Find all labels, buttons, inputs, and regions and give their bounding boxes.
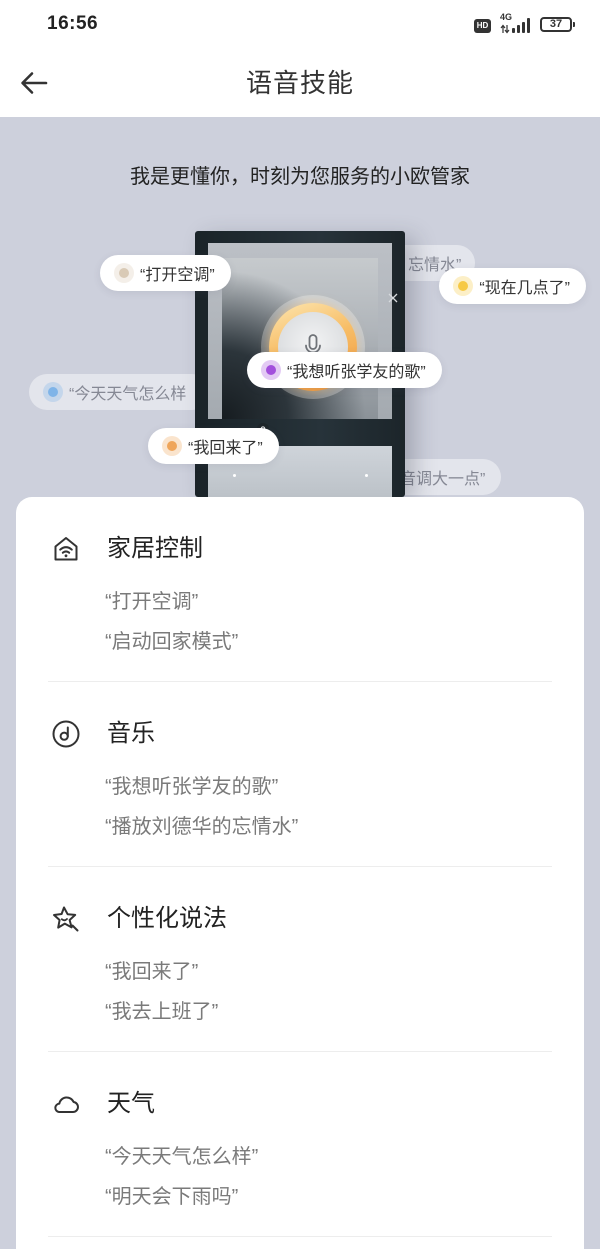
status-time: 16:56 <box>47 13 99 34</box>
skill-section-home-control: 家居控制 “打开空调” “启动回家模式” <box>48 497 552 682</box>
skill-example: “启动回家模式” <box>105 631 239 653</box>
chip-dot <box>261 360 281 380</box>
cloud-icon <box>54 1096 79 1113</box>
chip-text: “打开空调” <box>140 267 215 284</box>
chip-dot <box>162 436 182 456</box>
skill-example: “我回来了” <box>105 961 199 983</box>
skill-example: “明天会下雨吗” <box>105 1186 239 1208</box>
chip-dot <box>453 276 474 296</box>
skill-title: 天气 <box>107 1090 155 1117</box>
chip-dot <box>114 263 134 283</box>
chip-text: “今天天气怎么样 <box>69 386 187 403</box>
top-bar: 16:56 HD 4G 37 语音技能 <box>0 0 600 117</box>
skill-title: 音乐 <box>107 720 155 747</box>
voice-suggestion-chip-faded: “今天天气怎么样 <box>29 374 211 410</box>
chip-text: 音调大一点” <box>400 471 486 488</box>
skills-card: 家居控制 “打开空调” “启动回家模式” 音乐 “我想听张学友的歌” “播放刘德… <box>16 497 584 1249</box>
skill-example: “播放刘德华的忘情水” <box>105 816 299 838</box>
chip-dot <box>43 382 63 402</box>
hero-tagline: 我是更懂你，时刻为您服务的小欧管家 <box>130 166 470 188</box>
voice-suggestion-chip: “我想听张学友的歌” <box>247 352 442 388</box>
close-icon <box>388 293 398 303</box>
voice-suggestion-chip: “打开空调” <box>100 255 231 291</box>
skill-example: “今天天气怎么样” <box>105 1146 259 1168</box>
voice-suggestion-chip: “我回来了” <box>148 428 279 464</box>
indicator-dot <box>233 474 236 477</box>
device-screen <box>208 243 398 435</box>
skill-example: “我去上班了” <box>105 1001 219 1023</box>
signal-strength-icon <box>512 17 534 33</box>
music-disc-icon <box>52 720 80 748</box>
signal-bar <box>517 25 520 33</box>
signal-bar <box>522 22 525 33</box>
skill-section-weather: 天气 “今天天气怎么样” “明天会下雨吗” <box>48 1052 552 1237</box>
battery-level: 37 <box>549 18 563 30</box>
personalized-star-icon <box>53 906 79 932</box>
skill-section-music: 音乐 “我想听张学友的歌” “播放刘德华的忘情水” <box>48 682 552 867</box>
skill-title: 家居控制 <box>107 535 203 562</box>
skill-section-personalized: 个性化说法 “我回来了” “我去上班了” <box>48 867 552 1052</box>
battery-icon: 37 <box>540 17 575 32</box>
chip-text: “我想听张学友的歌” <box>287 364 426 381</box>
voice-suggestion-chip: “现在几点了” <box>439 268 586 304</box>
data-transfer-icon <box>500 24 510 34</box>
skill-example: “打开空调” <box>105 591 199 613</box>
chip-text: “现在几点了” <box>479 280 570 297</box>
signal-bar <box>527 18 530 33</box>
indicator-dot <box>365 474 368 477</box>
signal-bar <box>512 28 515 33</box>
skill-example: “我想听张学友的歌” <box>105 776 279 798</box>
smart-home-icon <box>54 537 78 561</box>
network-type-label: 4G <box>500 12 513 22</box>
page-title: 语音技能 <box>245 68 354 98</box>
hd-badge: HD <box>474 19 491 33</box>
skill-title: 个性化说法 <box>107 905 227 932</box>
chip-text: “我回来了” <box>188 440 263 457</box>
